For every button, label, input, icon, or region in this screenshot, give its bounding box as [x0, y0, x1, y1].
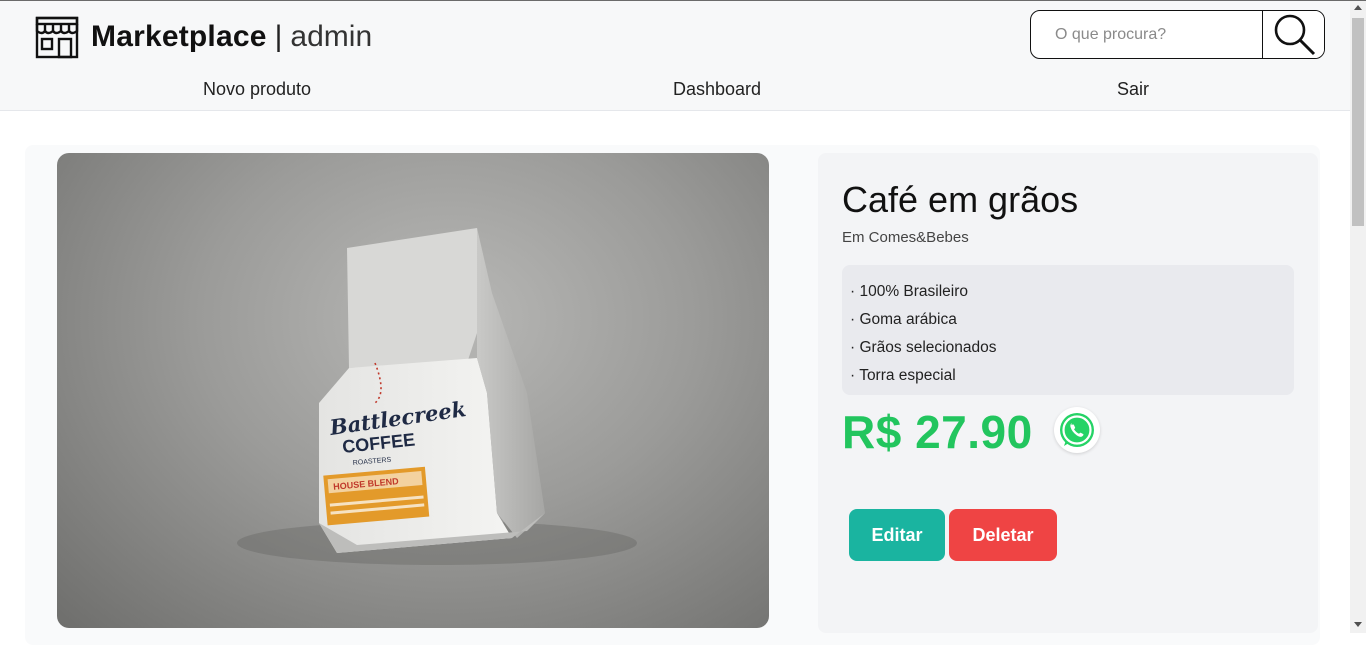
main-nav: Novo produto Dashboard Sair	[0, 79, 1350, 103]
product-price: R$ 27.90	[842, 406, 1033, 458]
coffee-bag-illustration: Battlecreek COFFEE ROASTERS HOUSE BLEND	[237, 228, 637, 565]
page-scrollbar[interactable]	[1350, 1, 1366, 633]
feature-item: · Goma arábica	[850, 311, 957, 328]
feature-list: · 100% Brasileiro · Goma arábica · Grãos…	[842, 265, 1294, 395]
brand-subtitle: admin	[290, 20, 373, 53]
delete-button[interactable]: Deletar	[949, 509, 1057, 561]
product-category: Em Comes&Bebes	[842, 229, 969, 246]
store-icon	[35, 16, 79, 59]
feature-item: · Torra especial	[850, 367, 956, 384]
search-bar	[1030, 10, 1325, 59]
product-details: Café em grãos Em Comes&Bebes · 100% Bras…	[818, 153, 1318, 633]
scroll-down-arrow-icon[interactable]	[1354, 622, 1362, 627]
scroll-up-arrow-icon[interactable]	[1354, 5, 1362, 10]
feature-item: · 100% Brasileiro	[850, 283, 969, 300]
feature-item: · Grãos selecionados	[850, 339, 997, 356]
nav-novo-produto[interactable]: Novo produto	[203, 79, 311, 100]
nav-sair[interactable]: Sair	[1117, 79, 1149, 100]
edit-button[interactable]: Editar	[849, 509, 945, 561]
brand-title: Marketplace	[91, 20, 267, 53]
brand-separator: |	[274, 20, 283, 53]
whatsapp-icon	[1059, 413, 1094, 447]
search-button[interactable]	[1262, 11, 1324, 58]
search-icon	[1274, 14, 1315, 55]
scrollbar-thumb[interactable]	[1352, 18, 1364, 226]
whatsapp-button[interactable]	[1054, 407, 1100, 453]
product-name: Café em grãos	[842, 179, 1079, 220]
search-input[interactable]	[1031, 11, 1262, 58]
brand[interactable]: Marketplace | admin	[35, 15, 372, 59]
nav-dashboard[interactable]: Dashboard	[673, 79, 761, 100]
site-header: Marketplace | admin Novo produto Dashboa…	[0, 1, 1350, 111]
product-image: Battlecreek COFFEE ROASTERS HOUSE BLEND	[57, 153, 769, 628]
